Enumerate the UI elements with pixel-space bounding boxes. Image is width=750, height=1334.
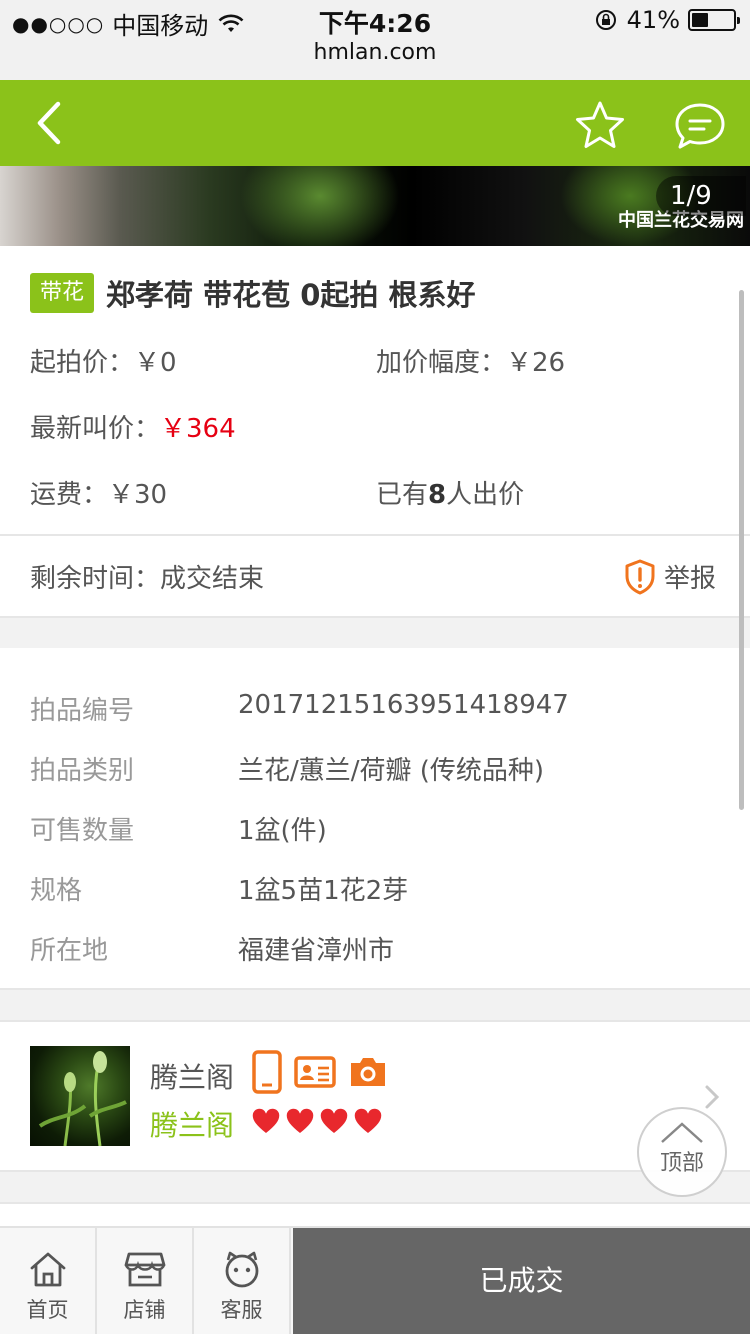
spec-value-specification: 1盆5苗1花2芽 [238,876,409,906]
bidder-count-number: 8 [428,480,447,510]
bidder-count: 已有8人出价 [376,474,524,511]
service-face-icon [225,1251,258,1288]
battery-level [692,13,708,27]
remaining-time: 剩余时间：成交结束 [30,558,264,595]
bid-increment: 加价幅度：￥26 [376,342,565,379]
report-button[interactable]: 举报 [624,558,716,595]
heart-icon [353,1107,383,1135]
divider [0,1202,750,1204]
remaining-time-label: 剩余时间： [30,564,161,594]
tab-home[interactable]: 首页 [0,1228,97,1334]
bid-increment-value: ￥26 [506,348,566,378]
battery-percent: 41% [626,6,680,34]
start-price-label: 起拍价： [30,348,135,378]
divider [0,988,750,990]
rotation-lock-icon [595,10,616,30]
camera-icon [351,1058,385,1086]
flower-tag-badge: 带花 [30,273,95,313]
seller-avatar[interactable] [30,1046,130,1146]
report-label: 举报 [664,564,717,594]
spec-label-item-number: 拍品编号 [30,696,135,726]
home-icon [30,1252,65,1287]
seller-shop-name[interactable]: 腾兰阁 [150,1104,234,1144]
section-gap [0,616,750,648]
tab-customer-service[interactable]: 客服 [194,1228,291,1334]
latest-bid-label: 最新叫价： [30,414,161,444]
bidder-count-suffix: 人出价 [446,480,525,510]
store-icon [124,1252,165,1287]
remaining-time-value: 成交结束 [160,564,265,594]
spec-label-specification: 规格 [30,876,83,906]
spec-value-item-number: 20171215163951418947 [238,690,569,720]
page-url[interactable]: hmlan.com [0,40,750,65]
scrollbar[interactable] [739,290,744,810]
latest-bid: 最新叫价：￥364 [30,408,236,445]
spec-value-location: 福建省漳州市 [238,936,395,966]
product-image-carousel[interactable]: 中国兰花交易网 1/9 [0,166,750,246]
section-gap [0,1172,750,1202]
section-gap [0,988,750,1020]
seller-rating-hearts [250,1106,386,1136]
start-price: 起拍价：￥0 [30,342,177,379]
chevron-up-icon [661,1122,703,1143]
divider [0,616,750,618]
start-price-value: ￥0 [134,348,177,378]
shipping-label: 运费： [30,480,109,510]
heart-icon [251,1107,281,1135]
divider [0,1020,750,1022]
orchid-photo [38,1051,127,1146]
seller-name[interactable]: 腾兰阁 [150,1056,234,1096]
phone-icon [252,1050,282,1094]
battery-icon [688,9,740,31]
shipping-value: ￥30 [108,480,168,510]
back-to-top-label: 顶部 [659,1151,704,1176]
bottom-action-bar: 首页 店铺 客服 已成交 [0,1226,750,1334]
status-right: 41% [595,6,740,34]
item-title-row: 带花 郑孝荷 带花苞 0起拍 根系好 [30,272,475,314]
image-highlight [240,166,400,246]
spec-label-quantity: 可售数量 [30,816,135,846]
shield-alert-icon [625,559,655,594]
divider [0,534,750,536]
heart-icon [285,1107,315,1135]
app-header [0,80,750,166]
bid-increment-label: 加价幅度： [376,348,507,378]
tab-home-label: 首页 [26,1298,69,1322]
image-counter: 1/9 [656,176,746,216]
spec-label-location: 所在地 [30,936,109,966]
spec-value-category: 兰花/蕙兰/荷瓣 (传统品种) [238,756,545,786]
spec-value-quantity: 1盆(件) [238,816,327,846]
seller-verification-badges [252,1050,400,1094]
back-to-top-button[interactable]: 顶部 [637,1107,727,1197]
shipping-fee: 运费：￥30 [30,474,167,511]
chevron-left-icon[interactable] [30,98,70,148]
bidder-count-prefix: 已有 [376,480,429,510]
item-title: 郑孝荷 带花苞 0起拍 根系好 [106,278,476,312]
battery-tip [737,17,740,24]
star-icon[interactable] [574,100,626,150]
status-bar: ●●○○○ 中国移动 下午4:26 41% hmlan.com [0,0,750,80]
deal-closed-button[interactable]: 已成交 [293,1228,750,1334]
id-card-icon [294,1056,336,1088]
tab-store-label: 店铺 [123,1298,166,1322]
spec-label-category: 拍品类别 [30,756,135,786]
tab-store[interactable]: 店铺 [97,1228,194,1334]
chevron-right-icon[interactable] [704,1084,720,1110]
tab-customer-service-label: 客服 [220,1298,263,1322]
heart-icon [319,1107,349,1135]
chat-bubble-icon[interactable] [674,102,726,150]
latest-bid-value: ￥364 [160,414,236,444]
